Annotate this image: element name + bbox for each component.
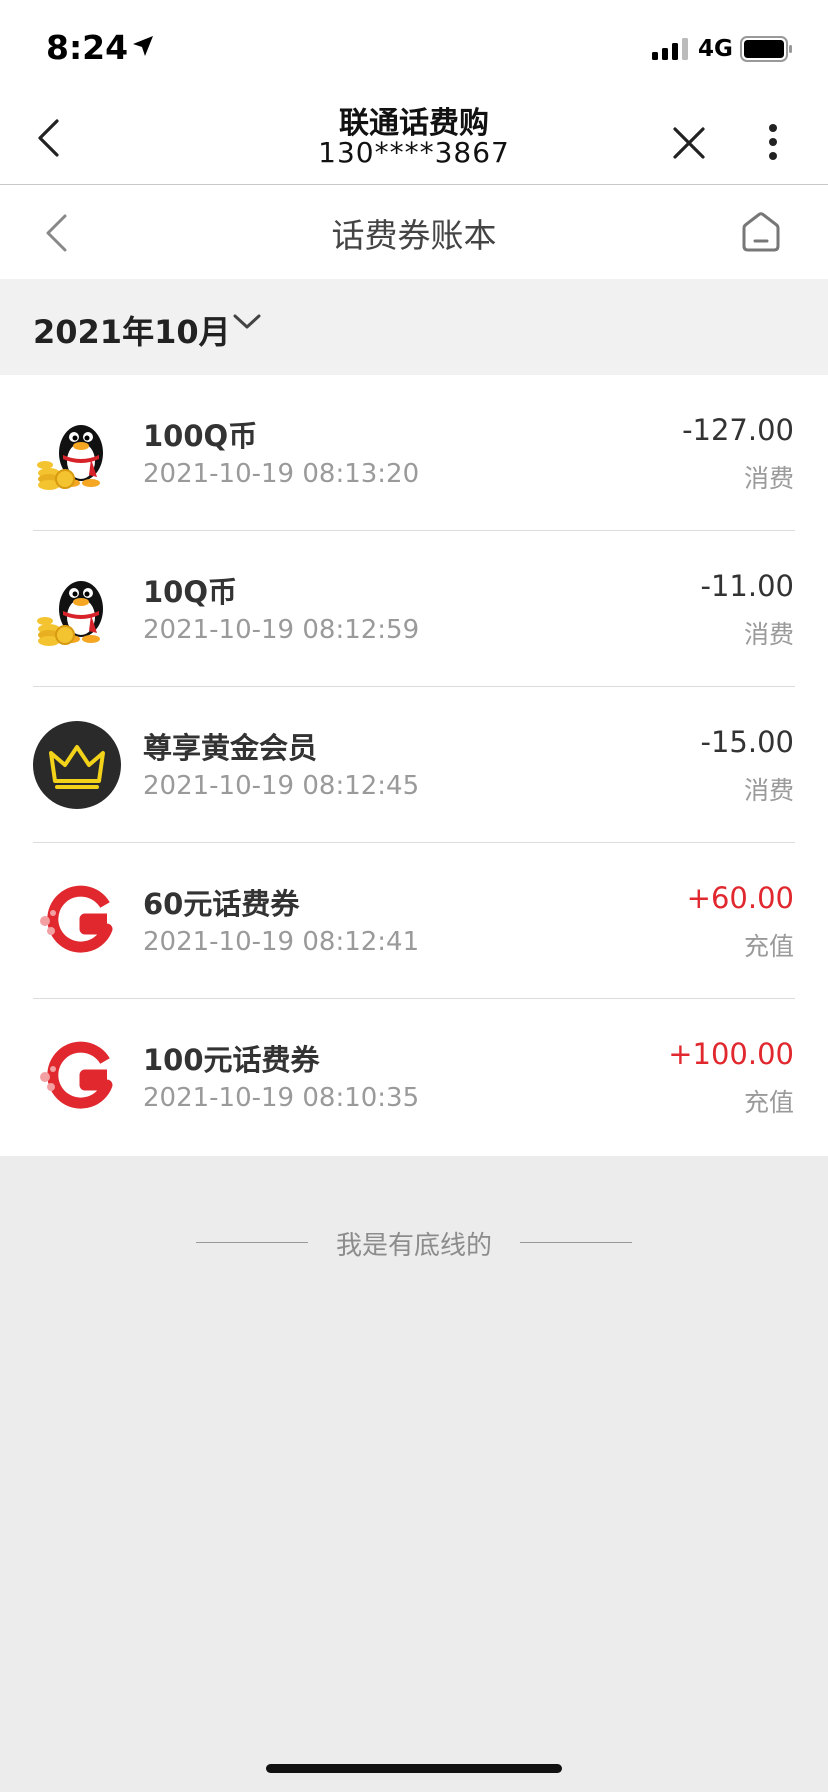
transaction-name: 100元话费券 xyxy=(143,1043,320,1077)
transaction-date: 2021-10-19 08:12:45 xyxy=(143,771,420,801)
unicom-g-logo-icon xyxy=(33,1033,121,1121)
transaction-amount: +60.00 xyxy=(686,881,794,915)
unicom-g-logo-icon xyxy=(33,877,121,965)
qq-penguin-icon xyxy=(33,565,121,653)
transaction-row[interactable]: 60元话费券 2021-10-19 08:12:41 +60.00 充值 xyxy=(0,843,828,999)
transaction-type: 充值 xyxy=(743,1088,794,1117)
transaction-date: 2021-10-19 08:12:59 xyxy=(143,615,420,645)
home-indicator[interactable] xyxy=(266,1764,562,1773)
qq-penguin-icon xyxy=(33,409,121,497)
status-bar: 8:24 4G xyxy=(0,0,828,90)
month-selector-label[interactable]: 2021年10月 xyxy=(33,307,231,353)
chevron-down-icon[interactable] xyxy=(232,313,262,335)
home-icon[interactable] xyxy=(740,211,782,257)
end-of-list-text: 我是有底线的 xyxy=(335,1231,492,1261)
month-filter[interactable]: 2021年10月 xyxy=(0,279,828,375)
miniprogram-nav-bar: 联通话费购 130****3867 xyxy=(0,90,828,185)
transaction-type: 消费 xyxy=(743,620,794,649)
transaction-name: 尊享黄金会员 xyxy=(143,731,318,765)
transaction-amount: +100.00 xyxy=(668,1037,794,1071)
status-time: 8:24 xyxy=(46,28,129,67)
close-icon[interactable] xyxy=(672,126,706,164)
gold-crown-icon xyxy=(33,721,121,809)
transaction-amount: -11.00 xyxy=(700,569,795,603)
transaction-row[interactable]: 10Q币 2021-10-19 08:12:59 -11.00 消费 xyxy=(0,531,828,687)
transaction-row[interactable]: 100元话费券 2021-10-19 08:10:35 +100.00 充值 xyxy=(0,999,828,1155)
transaction-date: 2021-10-19 08:12:41 xyxy=(143,927,420,957)
transaction-row[interactable]: 尊享黄金会员 2021-10-19 08:12:45 -15.00 消费 xyxy=(0,687,828,843)
page-title: 话费券账本 xyxy=(331,216,497,255)
footer-divider-right xyxy=(520,1242,632,1243)
transaction-date: 2021-10-19 08:10:35 xyxy=(143,1083,420,1113)
transaction-row[interactable]: 100Q币 2021-10-19 08:13:20 -127.00 消费 xyxy=(0,375,828,531)
transaction-amount: -127.00 xyxy=(682,413,794,447)
transaction-list: 100Q币 2021-10-19 08:13:20 -127.00 消费 10Q… xyxy=(0,375,828,1156)
transaction-name: 100Q币 xyxy=(143,419,258,453)
more-options-icon[interactable] xyxy=(766,122,780,166)
transaction-name: 10Q币 xyxy=(143,575,238,609)
transaction-type: 消费 xyxy=(743,776,794,805)
transaction-type: 消费 xyxy=(743,464,794,493)
page-header: 话费券账本 xyxy=(0,185,828,279)
battery-icon xyxy=(740,36,794,66)
transaction-type: 充值 xyxy=(743,932,794,961)
cellular-signal-icon xyxy=(652,38,690,64)
transaction-amount: -15.00 xyxy=(700,725,795,759)
location-arrow-icon xyxy=(131,34,155,62)
transaction-name: 60元话费券 xyxy=(143,887,300,921)
transaction-date: 2021-10-19 08:13:20 xyxy=(143,459,420,489)
network-type: 4G xyxy=(698,36,733,62)
